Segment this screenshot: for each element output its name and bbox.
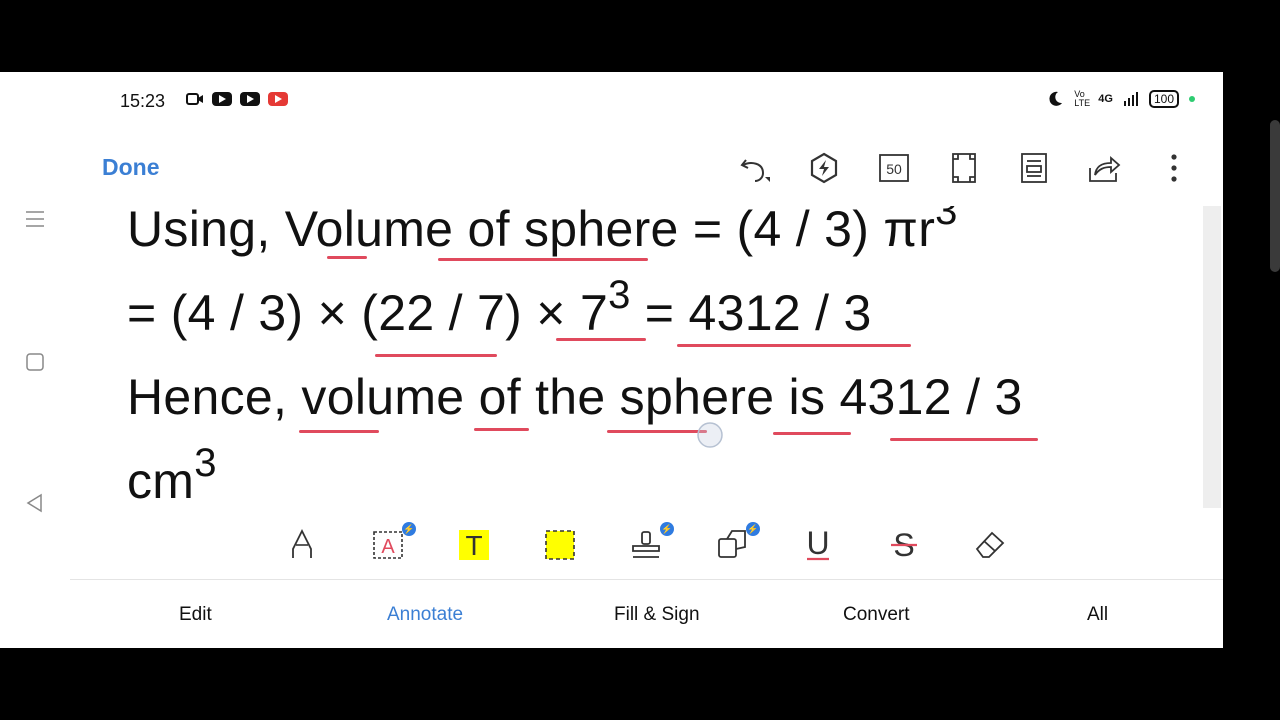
pdf-page: Using, Volume of sphere = (4 / 3) πr3 = …	[70, 206, 1202, 514]
underline-annotation[interactable]	[299, 430, 379, 433]
premium-badge-icon: ⚡	[660, 522, 674, 536]
tab-all[interactable]: All	[1087, 604, 1108, 626]
superscript: 3	[608, 273, 631, 317]
video-camera-icon	[186, 93, 203, 105]
bottom-tab-bar: Edit Annotate Fill & Sign Convert All	[70, 580, 1223, 648]
reading-mode-icon[interactable]	[1016, 150, 1052, 186]
tab-edit[interactable]: Edit	[179, 604, 212, 626]
youtube-red-icon	[268, 92, 288, 106]
equation-line-2: = (4 / 3) × (22 / 7) × 73 = 4312 / 3	[127, 275, 872, 342]
notification-icons	[186, 92, 288, 106]
underline-tool[interactable]: U	[800, 524, 836, 564]
equation-line-1: Using, Volume of sphere = (4 / 3) πr3	[127, 206, 958, 258]
app-screen: 15:23 Vo LTE 4G 100 Done 50 Using, Volum…	[0, 72, 1223, 648]
equation-line-1-text: Using, Volume of sphere = (4 / 3) πr	[127, 206, 936, 257]
undo-icon[interactable]	[736, 150, 772, 186]
moon-icon	[1049, 91, 1063, 106]
underline-annotation[interactable]	[773, 432, 851, 435]
more-options-icon[interactable]	[1156, 150, 1192, 186]
volte-indicator: Vo LTE	[1074, 89, 1091, 108]
pen-tool[interactable]	[284, 524, 320, 564]
equation-line-2-tail: = 4312 / 3	[630, 285, 872, 341]
underline-annotation[interactable]	[375, 354, 497, 357]
equation-line-4-text: cm	[127, 453, 195, 509]
underline-annotation[interactable]	[327, 256, 367, 259]
highlight-glyph: T	[465, 530, 482, 561]
area-highlight-tool[interactable]	[542, 524, 578, 564]
status-bar: 15:23 Vo LTE 4G 100	[0, 72, 1223, 128]
tab-annotate[interactable]: Annotate	[387, 604, 463, 626]
underline-annotation[interactable]	[474, 428, 529, 431]
equation-line-4: cm3	[127, 443, 217, 510]
premium-badge-icon: ⚡	[746, 522, 760, 536]
underline-glyph: U	[806, 527, 829, 561]
highlight-text-tool[interactable]: T	[456, 524, 492, 564]
signal-icon	[1123, 92, 1138, 106]
shapes-tool[interactable]: ⚡	[714, 522, 760, 564]
battery-icon: 100	[1148, 90, 1179, 108]
network-indicator: 4G	[1098, 93, 1113, 105]
underline-annotation[interactable]	[556, 338, 646, 341]
underline-annotation[interactable]	[677, 344, 911, 347]
underline-annotation[interactable]	[438, 258, 648, 261]
share-icon[interactable]	[1086, 150, 1122, 186]
superscript: 3	[194, 441, 217, 485]
equation-line-3-text: Hence, volume of the sphere is 4312 / 3	[127, 369, 1023, 425]
eraser-tool[interactable]	[972, 524, 1008, 564]
home-icon[interactable]	[24, 351, 46, 373]
youtube-icon	[212, 92, 232, 106]
top-toolbar: Done 50	[0, 128, 1223, 208]
status-right: Vo LTE 4G 100	[1046, 90, 1195, 108]
underline-annotation[interactable]	[607, 430, 707, 433]
tab-fill-sign[interactable]: Fill & Sign	[614, 604, 700, 626]
toolbar-icons: 50	[736, 150, 1192, 186]
youtube-icon-2	[240, 92, 260, 106]
menu-icon[interactable]	[24, 208, 46, 230]
status-time: 15:23	[120, 91, 166, 111]
done-button[interactable]: Done	[102, 154, 160, 181]
underline-annotation[interactable]	[890, 438, 1038, 441]
superscript: 3	[935, 206, 958, 233]
tab-convert[interactable]: Convert	[843, 604, 910, 626]
stamp-tool[interactable]: ⚡	[628, 522, 674, 564]
strikethrough-tool[interactable]: S	[886, 524, 922, 564]
privacy-dot-icon	[1189, 96, 1195, 102]
ai-assistant-icon[interactable]	[806, 150, 842, 186]
page-counter-text: 50	[886, 161, 902, 177]
fullscreen-icon[interactable]	[946, 150, 982, 186]
document-scrollbar[interactable]	[1203, 206, 1221, 508]
equation-line-2-text: = (4 / 3) × (22 / 7) × 7	[127, 285, 609, 341]
text-box-glyph: A	[381, 536, 395, 558]
system-scroll-indicator	[1270, 120, 1280, 272]
page-counter-button[interactable]: 50	[876, 150, 912, 186]
premium-badge-icon: ⚡	[402, 522, 416, 536]
touch-cursor-icon	[697, 422, 723, 448]
text-box-tool[interactable]: A ⚡	[370, 522, 416, 564]
equation-line-3: Hence, volume of the sphere is 4312 / 3	[127, 368, 1023, 426]
back-icon[interactable]	[24, 492, 46, 514]
annotation-toolbar: A ⚡ T ⚡ ⚡ U S	[284, 522, 1008, 564]
